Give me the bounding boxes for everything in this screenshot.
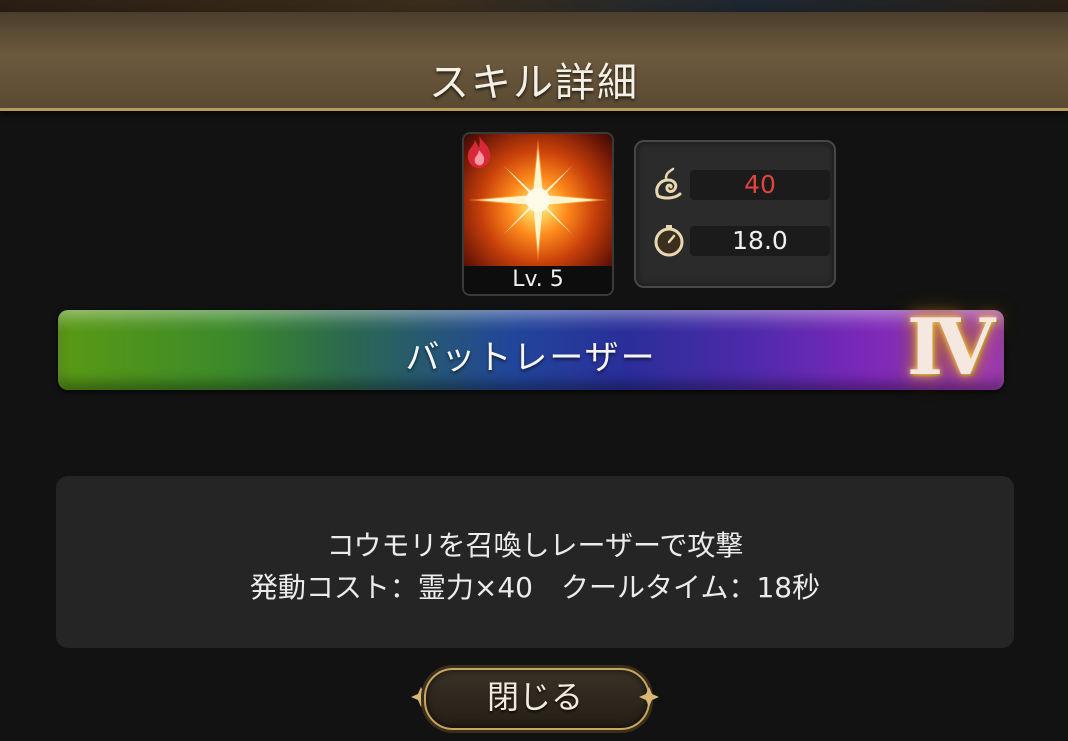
description-panel: コウモリを召喚しレーザーで攻撃 発動コスト：霊力×40 クールタイム：18秒 xyxy=(56,476,1014,648)
name-bar-sheen xyxy=(58,310,1004,332)
ornament-right-icon xyxy=(639,687,659,707)
skill-level: Lv. 5 xyxy=(464,266,612,294)
close-button[interactable]: 閉じる xyxy=(410,664,660,730)
fire-element-icon xyxy=(467,136,491,169)
stats-panel: 40 18.0 xyxy=(634,140,836,288)
spirit-swirl-icon xyxy=(655,167,682,200)
close-button-label: 閉じる xyxy=(486,678,583,716)
skill-name-bar: バットレーザー xyxy=(58,310,1004,390)
cooldown-value: 18.0 xyxy=(690,226,830,256)
cost-row: 40 xyxy=(650,166,830,202)
skill-rank-badge: Ⅳ xyxy=(906,302,996,393)
description-line-1: コウモリを召喚しレーザーで攻撃 xyxy=(326,529,744,562)
skill-name: バットレーザー xyxy=(405,338,657,378)
top-strip xyxy=(0,0,1068,12)
description-line-2: 発動コスト：霊力×40 クールタイム：18秒 xyxy=(249,571,821,604)
cost-value: 40 xyxy=(690,170,830,200)
cooldown-row: 18.0 xyxy=(650,222,830,258)
starburst-icon xyxy=(464,134,612,266)
dialog-header: スキル詳細 xyxy=(0,12,1068,111)
page-title: スキル詳細 xyxy=(429,60,639,106)
stopwatch-icon xyxy=(654,225,684,257)
skill-icon: Lv. 5 xyxy=(462,132,614,296)
